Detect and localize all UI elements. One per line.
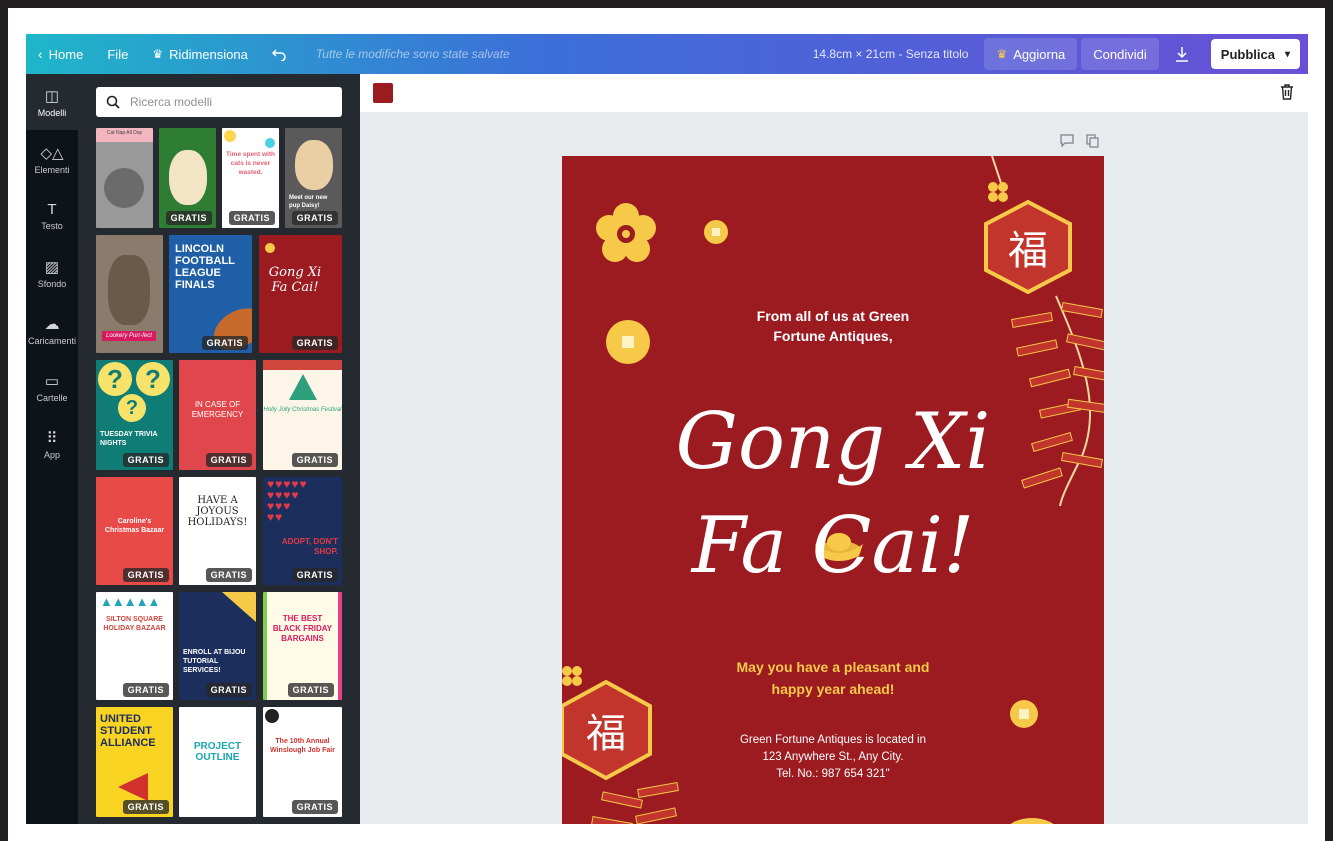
kitten-photo: [108, 255, 150, 325]
undo-icon: [271, 49, 286, 61]
editor-canvas[interactable]: 福 福 From all of us at Green Fortune Anti…: [360, 112, 1308, 824]
question-mark-icon: ?: [98, 362, 132, 396]
template-thumbnail[interactable]: IN CASE OF EMERGENCY GRATIS: [179, 360, 256, 470]
wish-text[interactable]: May you have a pleasant and happy year a…: [562, 656, 1104, 700]
rail-item-sfondo[interactable]: ▨ Sfondo: [26, 245, 78, 301]
document-info: 14.8cm × 21cm - Senza titolo: [812, 47, 969, 61]
knot-icon: [988, 182, 1008, 202]
editor-toolbar: [360, 74, 1308, 113]
cat-photo: [104, 168, 144, 208]
upgrade-button[interactable]: ♛ Aggiorna: [984, 38, 1078, 70]
question-mark-icon: ?: [136, 362, 170, 396]
template-thumbnail[interactable]: Gong Xi Fa Cai! GRATIS: [259, 235, 342, 353]
template-thumbnail[interactable]: Meet our new pup Daisy! GRATIS: [285, 128, 342, 228]
rail-item-caricamenti[interactable]: ☁ Caricamenti: [26, 302, 78, 358]
template-thumbnail[interactable]: GRATIS: [159, 128, 216, 228]
design-page[interactable]: 福 福 From all of us at Green Fortune Anti…: [562, 156, 1104, 824]
template-thumbnail[interactable]: THE BEST BLACK FRIDAY BARGAINS GRATIS: [263, 592, 342, 700]
rail-item-cartelle[interactable]: ▭ Cartelle: [26, 359, 78, 415]
templates-panel: Cat Nap All Day GRATIS Time spent with c…: [78, 74, 360, 824]
top-toolbar: ‹ Home File ♛ Ridimensiona Tutte le modi…: [26, 34, 1308, 74]
title-line-2[interactable]: Fa Cai!: [562, 496, 1104, 596]
template-thumbnail[interactable]: The 10th Annual Winslough Job Fair GRATI…: [263, 707, 342, 817]
template-thumbnail[interactable]: LINCOLN FOOTBALL LEAGUE FINALS GRATIS: [169, 235, 252, 353]
comment-icon[interactable]: [1060, 134, 1074, 147]
search-icon: [106, 95, 120, 109]
template-thumbnail[interactable]: ENROLL AT BIJOU TUTORIAL SERVICES! GRATI…: [179, 592, 256, 700]
crown-icon: ♛: [996, 47, 1008, 61]
rail-item-testo[interactable]: T Testo: [26, 188, 78, 244]
text-icon: T: [47, 201, 57, 218]
rail-item-app[interactable]: ⠿ App: [26, 416, 78, 472]
apps-icon: ⠿: [46, 429, 58, 447]
question-mark-icon: ?: [118, 394, 146, 422]
publish-button[interactable]: Pubblica ▾: [1210, 39, 1300, 69]
download-button[interactable]: [1163, 38, 1201, 70]
template-thumbnail[interactable]: HAVE A JOYOUS HOLIDAYS! GRATIS: [179, 477, 256, 585]
upload-icon: ☁: [44, 315, 60, 333]
megaphone-icon: [118, 773, 148, 801]
flower-icon: [596, 203, 656, 262]
template-thumbnail[interactable]: PROJECT OUTLINE: [179, 707, 256, 817]
greeting-from[interactable]: From all of us at Green Fortune Antiques…: [562, 306, 1104, 346]
delete-button[interactable]: [1280, 84, 1294, 105]
chevron-down-icon: ▾: [1284, 48, 1290, 60]
coin-icon: [704, 220, 728, 244]
duplicate-page-icon[interactable]: [1086, 134, 1099, 148]
coin-icon: [1010, 700, 1038, 728]
gold-ingot-icon: [1010, 818, 1054, 824]
resize-button[interactable]: ♛ Ridimensiona: [140, 34, 260, 74]
template-thumbnail[interactable]: ? ? ? TUESDAY TRIVIA NIGHTS GRATIS: [96, 360, 173, 470]
hearts-pattern: ♥♥♥♥♥ ♥♥♥♥ ♥♥♥ ♥♥: [267, 477, 308, 524]
home-button[interactable]: ‹ Home: [26, 34, 95, 74]
fu-character: 福: [1008, 228, 1048, 274]
trash-icon: [1281, 84, 1293, 100]
left-rail: ◫ Modelli ◇△ Elementi T Testo ▨ Sfondo ☁…: [26, 74, 78, 824]
chevron-left-icon: ‹: [38, 46, 43, 62]
template-thumbnail[interactable]: UNITED STUDENT ALLIANCE GRATIS: [96, 707, 173, 817]
christmas-tree-graphic: [288, 374, 317, 400]
template-thumbnail[interactable]: Caroline's Christmas Bazaar GRATIS: [96, 477, 173, 585]
folder-icon: ▭: [44, 372, 60, 390]
template-thumbnail[interactable]: Holly Jolly Christmas Festival GRATIS: [263, 360, 342, 470]
puppy-photo: [169, 150, 207, 205]
christmas-trees-pattern: ▲▲▲▲▲: [100, 594, 160, 609]
template-thumbnail[interactable]: Lookery Purr-fect: [96, 235, 163, 353]
crown-icon: ♛: [152, 47, 164, 61]
puppy-photo: [295, 140, 333, 190]
download-icon: [1175, 47, 1188, 62]
save-status: Tutte le modifiche sono state salvate: [315, 47, 510, 61]
template-thumbnail[interactable]: ♥♥♥♥♥ ♥♥♥♥ ♥♥♥ ♥♥ ADOPT, DON'T SHOP. GRATIS: [263, 477, 342, 585]
background-icon: ▨: [44, 258, 60, 276]
page-tools: [1060, 134, 1099, 148]
rail-item-modelli[interactable]: ◫ Modelli: [26, 74, 78, 130]
share-button[interactable]: Condividi: [1081, 38, 1159, 70]
title-line-1[interactable]: Gong Xi: [562, 392, 1104, 492]
undo-button[interactable]: [260, 34, 298, 74]
template-thumbnail[interactable]: ▲▲▲▲▲ SILTON SQUARE HOLIDAY BAZAAR GRATI…: [96, 592, 173, 700]
search-box[interactable]: [96, 87, 342, 117]
shapes-icon: ◇△: [40, 144, 64, 162]
layout-icon: ◫: [44, 87, 60, 105]
rail-item-elementi[interactable]: ◇△ Elementi: [26, 131, 78, 187]
file-menu[interactable]: File: [95, 34, 140, 74]
template-thumbnail[interactable]: Time spent with cats is never wasted. GR…: [222, 128, 279, 228]
address-text[interactable]: Green Fortune Antiques is located in 123…: [562, 732, 1104, 783]
template-thumbnail[interactable]: Cat Nap All Day: [96, 128, 153, 228]
color-swatch[interactable]: [373, 83, 393, 103]
search-input[interactable]: [128, 94, 332, 110]
